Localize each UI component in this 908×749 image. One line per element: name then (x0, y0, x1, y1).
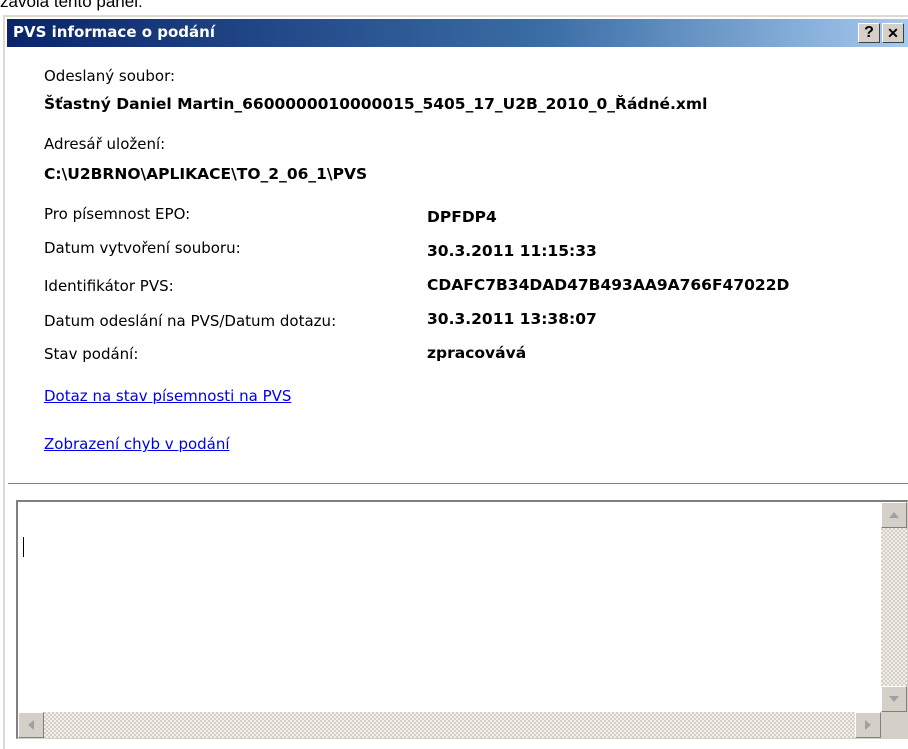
pvs-id-label: Identifikátor PVS: (44, 277, 174, 295)
title-bar[interactable]: PVS informace o podání ? ✕ (7, 19, 908, 47)
scroll-down-button[interactable] (881, 686, 907, 712)
scroll-right-button[interactable] (855, 712, 881, 738)
status-value: zpracovává (427, 344, 527, 362)
sent-date-value: 30.3.2011 13:38:07 (427, 310, 597, 328)
save-dir-value: C:\U2BRNO\APLIKACE\TO_2_06_1\PVS (44, 165, 368, 183)
arrow-down-icon (889, 696, 899, 702)
created-date-value: 30.3.2011 11:15:33 (427, 242, 597, 260)
sent-file-value: Šťastný Daniel Martin_6600000010000015_5… (44, 95, 708, 113)
scroll-corner (881, 712, 907, 738)
close-button[interactable]: ✕ (882, 23, 904, 43)
question-icon: ? (864, 24, 874, 41)
dialog-title: PVS informace o podání (13, 23, 215, 41)
close-icon: ✕ (887, 25, 899, 41)
sent-date-label: Datum odeslání na PVS/Datum dotazu: (44, 312, 337, 330)
scroll-up-button[interactable] (881, 502, 907, 528)
text-caret (23, 537, 24, 557)
show-errors-link[interactable]: Zobrazení chyb v podání (44, 435, 230, 453)
query-status-link[interactable]: Dotaz na stav písemnosti na PVS (44, 387, 291, 405)
instruction-text: zavola tento panel: (0, 0, 143, 11)
arrow-right-icon (865, 720, 871, 730)
memo-textarea[interactable] (16, 500, 908, 739)
arrow-up-icon (889, 512, 899, 518)
sent-file-label: Odeslaný soubor: (44, 67, 176, 85)
epo-value: DPFDP4 (427, 208, 497, 226)
save-dir-label: Adresář uložení: (44, 135, 166, 153)
pvs-id-value: CDAFC7B34DAD47B493AA9A766F47022D (427, 276, 790, 294)
status-label: Stav podání: (44, 345, 139, 363)
horizontal-scrollbar[interactable] (18, 712, 881, 738)
vertical-scrollbar[interactable] (881, 502, 907, 712)
epo-label: Pro písemnost EPO: (44, 205, 191, 223)
arrow-left-icon (28, 720, 34, 730)
divider (8, 483, 908, 484)
created-date-label: Datum vytvoření souboru: (44, 239, 241, 257)
help-button[interactable]: ? (858, 23, 880, 43)
scroll-left-button[interactable] (18, 712, 44, 738)
